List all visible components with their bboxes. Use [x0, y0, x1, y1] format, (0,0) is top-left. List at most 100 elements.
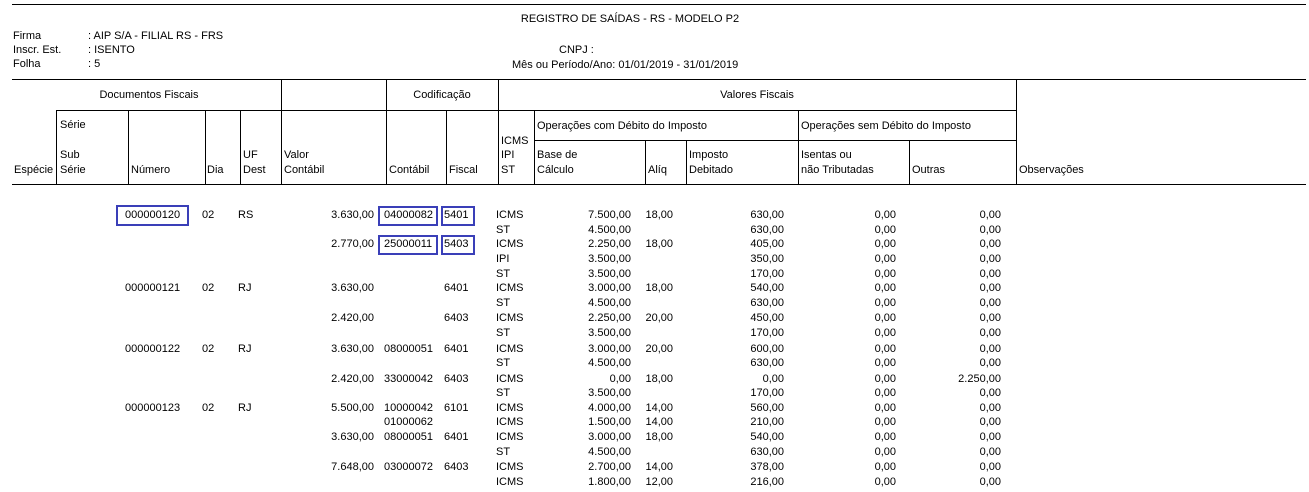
report-title: REGISTRO DE SAÍDAS - RS - MODELO P2	[520, 13, 740, 25]
cell-isentas: 0,00	[874, 461, 896, 473]
cell-tipo: ICMS	[496, 209, 524, 221]
inscr-label: Inscr. Est.	[13, 44, 62, 56]
cell-base: 3.500,00	[588, 268, 631, 280]
cell-tipo: ICMS	[496, 402, 524, 414]
header-dest: Dest	[243, 164, 266, 176]
cell-valor: 2.420,00	[331, 373, 374, 385]
cell-base: 3.000,00	[588, 431, 631, 443]
cell-aliq: 14,00	[645, 402, 673, 414]
cell-tipo: ST	[496, 224, 511, 236]
cell-outras: 0,00	[979, 416, 1001, 428]
col-divider	[798, 110, 799, 184]
cell-isentas: 0,00	[874, 416, 896, 428]
cell-contabil: 03000072	[384, 461, 433, 473]
cell-aliq: 18,00	[645, 209, 673, 221]
header-imposto: Imposto	[689, 149, 729, 161]
cell-outras: 0,00	[979, 297, 1001, 309]
cell-contabil: 10000042	[384, 402, 433, 414]
cell-tipo: ICMS	[496, 312, 524, 324]
cell-contabil: 01000062	[384, 416, 433, 428]
cell-imposto: 170,00	[750, 268, 784, 280]
cell-valor: 3.630,00	[331, 282, 374, 294]
cell-aliq: 14,00	[645, 461, 673, 473]
cell-isentas: 0,00	[874, 327, 896, 339]
header-numero: Número	[131, 164, 171, 176]
cell-tipo: ICMS	[496, 238, 524, 250]
header-rule-bottom	[12, 184, 1306, 185]
cell-base: 3.000,00	[588, 343, 631, 355]
cell-isentas: 0,00	[874, 446, 896, 458]
header-serie: Série	[60, 119, 86, 131]
header-aliq: Alíq	[648, 164, 667, 176]
cell-isentas: 0,00	[874, 387, 896, 399]
cell-imposto: 378,00	[750, 461, 784, 473]
cell-outras: 0,00	[979, 461, 1001, 473]
cell-uf: RJ	[238, 402, 252, 414]
header-valores-fiscais: Valores Fiscais	[720, 89, 794, 101]
cell-tipo: IPI	[496, 253, 510, 265]
cell-outras: 0,00	[979, 446, 1001, 458]
cell-outras: 0,00	[979, 476, 1001, 488]
header-base: Base de	[537, 149, 578, 161]
firma-value: : AIP S/A - FILIAL RS - FRS	[88, 30, 224, 42]
cell-imposto: 630,00	[750, 209, 784, 221]
cell-imposto: 540,00	[750, 431, 784, 443]
cell-fiscal: 6401	[444, 431, 469, 443]
cell-isentas: 0,00	[874, 402, 896, 414]
cell-isentas: 0,00	[874, 431, 896, 443]
header-ipi: IPI	[501, 149, 515, 161]
cell-base: 3.000,00	[588, 282, 631, 294]
cell-valor: 3.630,00	[331, 209, 374, 221]
cell-isentas: 0,00	[874, 476, 896, 488]
cell-outras: 0,00	[979, 224, 1001, 236]
col-divider	[686, 140, 687, 184]
header-rule-mid	[56, 110, 1017, 111]
cell-outras: 0,00	[979, 387, 1001, 399]
col-divider	[534, 110, 535, 184]
firma-label: Firma	[13, 30, 42, 42]
header-valor-contabil: Contábil	[284, 164, 325, 176]
cell-valor: 7.648,00	[331, 461, 374, 473]
cell-numero: 000000121	[125, 282, 181, 294]
cell-uf: RJ	[238, 343, 252, 355]
cell-imposto: 540,00	[750, 282, 784, 294]
cell-isentas: 0,00	[874, 373, 896, 385]
cell-imposto: 170,00	[750, 387, 784, 399]
top-rule	[12, 4, 1306, 5]
header-debitado: Debitado	[689, 164, 734, 176]
cell-isentas: 0,00	[874, 268, 896, 280]
header-valor: Valor	[284, 149, 309, 161]
col-divider	[446, 110, 447, 184]
cell-base: 4.500,00	[588, 297, 631, 309]
cell-outras: 0,00	[979, 327, 1001, 339]
col-divider	[645, 140, 646, 184]
cell-base: 4.500,00	[588, 224, 631, 236]
cnpj-label: CNPJ :	[559, 44, 594, 56]
cell-imposto: 560,00	[750, 402, 784, 414]
cell-tipo: ST	[496, 446, 511, 458]
cell-contabil: 08000051	[384, 343, 433, 355]
cell-outras: 0,00	[979, 253, 1001, 265]
cell-base: 0,00	[609, 373, 631, 385]
header-uf: UF	[243, 149, 258, 161]
header-outras: Outras	[912, 164, 946, 176]
cell-imposto: 0,00	[762, 373, 784, 385]
cell-base: 2.250,00	[588, 238, 631, 250]
col-divider	[909, 140, 910, 184]
cell-fiscal: 6101	[444, 402, 469, 414]
cell-dia: 02	[202, 343, 215, 355]
cell-outras: 0,00	[979, 282, 1001, 294]
header-rule-top	[12, 79, 1306, 80]
cell-fiscal: 6403	[444, 312, 469, 324]
cell-outras: 0,00	[979, 312, 1001, 324]
periodo-text: Mês ou Período/Ano: 01/01/2019 - 31/01/2…	[512, 59, 739, 71]
cell-numero: 000000122	[125, 343, 181, 355]
cell-aliq: 18,00	[645, 282, 673, 294]
header-contabil: Contábil	[389, 164, 430, 176]
highlight-box	[441, 235, 475, 255]
header-especie: Espécie	[14, 164, 54, 176]
header-op-com-debito: Operações com Débito do Imposto	[537, 120, 707, 132]
col-divider	[281, 80, 282, 184]
cell-aliq: 20,00	[645, 312, 673, 324]
cell-base: 3.500,00	[588, 387, 631, 399]
